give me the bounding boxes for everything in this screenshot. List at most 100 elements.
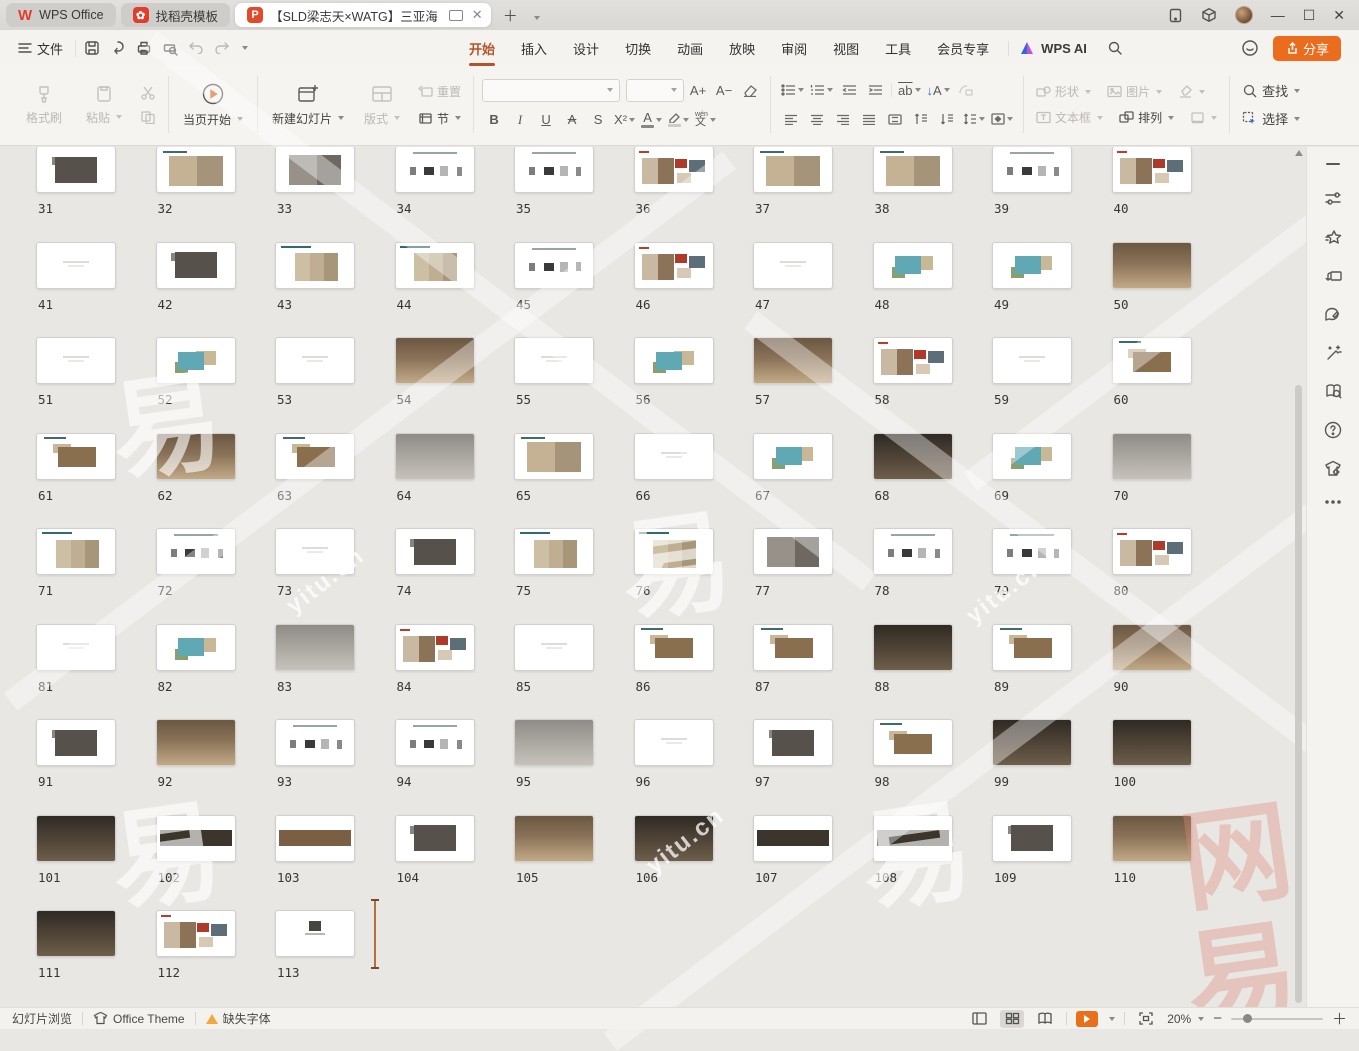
picture-button[interactable]: 图片 — [1103, 82, 1166, 101]
slide-thumbnail-69[interactable] — [992, 433, 1072, 480]
slide-thumbnail-48[interactable] — [873, 242, 953, 289]
slide-thumbnail-36[interactable] — [634, 147, 714, 193]
slide-thumbnail-59[interactable] — [992, 337, 1072, 384]
slide-thumbnail-45[interactable] — [514, 242, 594, 289]
slide-thumbnail-63[interactable] — [275, 433, 355, 480]
maximize-button[interactable]: ☐ — [1303, 7, 1316, 24]
slide-thumbnail-58[interactable] — [873, 337, 953, 384]
slide-thumbnail-73[interactable] — [275, 528, 355, 575]
collapse-panel-icon[interactable] — [1324, 159, 1342, 169]
tab-docer-templates[interactable]: ✿ 找稻壳模板 — [121, 3, 231, 27]
column-spacing-button[interactable] — [909, 108, 933, 130]
slide-thumbnail-78[interactable] — [873, 528, 953, 575]
slide-thumbnail-56[interactable] — [634, 337, 714, 384]
slide-thumbnail-88[interactable] — [873, 624, 953, 671]
search-icon[interactable] — [1107, 40, 1123, 56]
slide-thumbnail-47[interactable] — [753, 242, 833, 289]
frame-style-button[interactable] — [1186, 110, 1221, 125]
assistant-icon[interactable] — [1241, 39, 1259, 57]
slide-thumbnail-89[interactable] — [992, 624, 1072, 671]
slide-thumbnail-110[interactable] — [1112, 815, 1192, 862]
wps-ai-button[interactable]: WPS AI — [1008, 41, 1097, 56]
slideshow-options-chevron-icon[interactable] — [1109, 1017, 1115, 1021]
slide-thumbnail-80[interactable] — [1112, 528, 1192, 575]
user-avatar[interactable] — [1235, 6, 1253, 24]
clear-format-button[interactable] — [738, 79, 762, 101]
print-preview-icon[interactable] — [162, 40, 178, 56]
increase-font-button[interactable]: A+ — [686, 79, 710, 101]
file-menu-button[interactable]: 文件 — [10, 39, 71, 58]
copy-icon[interactable] — [140, 110, 156, 124]
shapes-button[interactable]: 形状 — [1032, 82, 1095, 101]
bullets-button[interactable] — [779, 79, 806, 101]
vertical-scrollbar[interactable] — [1293, 147, 1305, 1007]
line-spacing-button[interactable] — [961, 108, 987, 130]
cut-icon[interactable] — [140, 86, 156, 100]
slide-thumbnail-60[interactable] — [1112, 337, 1192, 384]
new-tab-button[interactable]: ＋ — [496, 5, 525, 26]
slide-thumbnail-57[interactable] — [753, 337, 833, 384]
slide-thumbnail-44[interactable] — [395, 242, 475, 289]
slide-thumbnail-104[interactable] — [395, 815, 475, 862]
tab-wps-office[interactable]: W WPS Office — [6, 3, 116, 27]
slide-thumbnail-85[interactable] — [514, 624, 594, 671]
output-pdf-icon[interactable] — [110, 40, 126, 56]
slide-thumbnail-91[interactable] — [36, 719, 116, 766]
menu-item-审阅[interactable]: 审阅 — [768, 35, 820, 62]
slide-thumbnail-87[interactable] — [753, 624, 833, 671]
slide-thumbnail-93[interactable] — [275, 719, 355, 766]
magic-wand-icon[interactable] — [1324, 344, 1343, 362]
close-window-button[interactable]: ✕ — [1333, 7, 1345, 24]
slide-thumbnail-52[interactable] — [156, 337, 236, 384]
slide-thumbnail-64[interactable] — [395, 433, 475, 480]
scrollbar-thumb[interactable] — [1295, 385, 1302, 1003]
slide-thumbnail-66[interactable] — [634, 433, 714, 480]
vertical-align-button[interactable] — [989, 108, 1015, 130]
character-spacing-button[interactable]: ab — [896, 79, 922, 101]
slide-thumbnail-90[interactable] — [1112, 624, 1192, 671]
slide-thumbnail-55[interactable] — [514, 337, 594, 384]
object-properties-icon[interactable] — [1324, 190, 1342, 208]
slide-thumbnail-68[interactable] — [873, 433, 953, 480]
slide-thumbnail-99[interactable] — [992, 719, 1072, 766]
device-sync-icon[interactable] — [1168, 8, 1183, 23]
align-right-button[interactable] — [831, 108, 855, 130]
effects-star-icon[interactable] — [1324, 229, 1343, 247]
highlight-button[interactable] — [666, 109, 691, 131]
slide-thumbnail-100[interactable] — [1112, 719, 1192, 766]
skin-settings-icon[interactable] — [1324, 460, 1343, 478]
slide-thumbnail-94[interactable] — [395, 719, 475, 766]
slide-thumbnail-35[interactable] — [514, 147, 594, 193]
slide-thumbnail-75[interactable] — [514, 528, 594, 575]
slide-thumbnail-62[interactable] — [156, 433, 236, 480]
layout-button[interactable]: 版式 — [354, 81, 410, 129]
slide-thumbnail-33[interactable] — [275, 147, 355, 193]
menu-item-动画[interactable]: 动画 — [664, 35, 716, 62]
slide-thumbnail-67[interactable] — [753, 433, 833, 480]
align-center-button[interactable] — [805, 108, 829, 130]
textbox-button[interactable]: 文本框 — [1032, 108, 1107, 127]
row-spacing-button[interactable] — [935, 108, 959, 130]
shadow-button[interactable]: S — [586, 109, 610, 131]
slide-thumbnail-51[interactable] — [36, 337, 116, 384]
help-icon[interactable] — [1324, 421, 1342, 439]
play-from-current-button[interactable]: 当页开始 — [177, 80, 249, 130]
slide-thumbnail-86[interactable] — [634, 624, 714, 671]
slide-thumbnail-81[interactable] — [36, 624, 116, 671]
slide-copy-icon[interactable] — [1324, 268, 1343, 285]
slide-thumbnail-112[interactable] — [156, 910, 236, 957]
numbering-button[interactable] — [808, 79, 835, 101]
slide-thumbnail-83[interactable] — [275, 624, 355, 671]
quick-access-chevron-icon[interactable] — [242, 46, 248, 50]
slide-thumbnail-92[interactable] — [156, 719, 236, 766]
slide-thumbnail-113[interactable] — [275, 910, 355, 957]
format-painter-button[interactable]: 格式刷 — [16, 82, 72, 128]
reset-button[interactable]: 重置 — [414, 82, 465, 101]
zoom-out-button[interactable]: − — [1213, 1010, 1222, 1027]
strikethrough-button[interactable]: A — [560, 109, 584, 131]
bold-button[interactable]: B — [482, 109, 506, 131]
slide-thumbnail-79[interactable] — [992, 528, 1072, 575]
slide-thumbnail-65[interactable] — [514, 433, 594, 480]
zoom-slider[interactable] — [1231, 1018, 1323, 1020]
slide-thumbnail-34[interactable] — [395, 147, 475, 193]
